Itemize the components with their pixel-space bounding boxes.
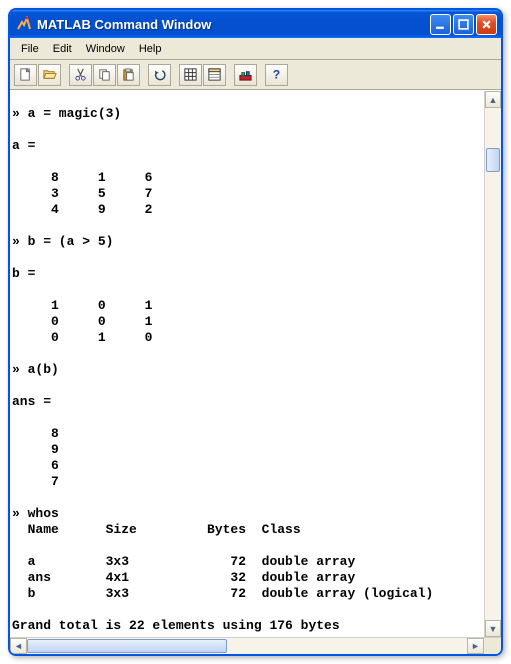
menubar: File Edit Window Help	[10, 38, 501, 60]
command-console[interactable]: » a = magic(3) a = 8 1 6 3 5 7 4 9 2 » b…	[10, 104, 501, 637]
cut-button[interactable]	[69, 64, 92, 86]
matlab-command-window: MATLAB Command Window File Edit Window H…	[8, 8, 503, 656]
toolbar: ?	[10, 60, 501, 90]
paste-button[interactable]	[117, 64, 140, 86]
svg-text:?: ?	[273, 67, 280, 81]
scroll-down-button[interactable]: ▼	[485, 620, 501, 637]
copy-button[interactable]	[93, 64, 116, 86]
menu-help[interactable]: Help	[132, 41, 169, 57]
scroll-right-button[interactable]: ►	[467, 638, 484, 654]
horizontal-scrollbar[interactable]: ◄ ►	[10, 637, 501, 654]
open-button[interactable]	[38, 64, 61, 86]
vscroll-track[interactable]	[485, 108, 501, 620]
window-title: MATLAB Command Window	[37, 17, 430, 32]
matlab-icon	[16, 16, 32, 32]
maximize-button[interactable]	[453, 14, 474, 35]
titlebar[interactable]: MATLAB Command Window	[10, 10, 501, 38]
menu-edit[interactable]: Edit	[46, 41, 79, 57]
vscroll-thumb[interactable]	[486, 148, 500, 172]
close-button[interactable]	[476, 14, 497, 35]
minimize-button[interactable]	[430, 14, 451, 35]
new-button[interactable]	[14, 64, 37, 86]
scroll-left-button[interactable]: ◄	[10, 638, 27, 654]
hscroll-thumb[interactable]	[27, 639, 227, 653]
window-controls	[430, 14, 497, 35]
help-button[interactable]: ?	[265, 64, 288, 86]
hscroll-track[interactable]	[27, 638, 467, 654]
scroll-corner	[484, 638, 501, 654]
content-area: » a = magic(3) a = 8 1 6 3 5 7 4 9 2 » b…	[10, 90, 501, 654]
scroll-up-button[interactable]: ▲	[485, 91, 501, 108]
workspace-button[interactable]	[179, 64, 202, 86]
path-browser-button[interactable]	[203, 64, 226, 86]
vertical-scrollbar[interactable]: ▲ ▼	[484, 91, 501, 637]
menu-file[interactable]: File	[14, 41, 46, 57]
simulink-button[interactable]	[234, 64, 257, 86]
undo-button[interactable]	[148, 64, 171, 86]
menu-window[interactable]: Window	[79, 41, 132, 57]
